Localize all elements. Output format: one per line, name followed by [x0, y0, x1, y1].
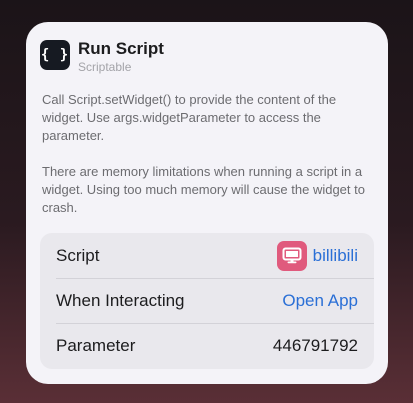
when-interacting-value[interactable]: Open App — [282, 291, 358, 311]
description-paragraph: There are memory limitations when runnin… — [42, 164, 365, 215]
widget-subtitle: Scriptable — [78, 60, 132, 74]
script-row[interactable]: Script billibili — [40, 233, 374, 278]
widget-title: Run Script — [78, 39, 164, 58]
parameter-label: Parameter — [56, 335, 136, 355]
script-label: Script — [56, 245, 100, 265]
widget-config-card: { } Run Script Scriptable Call Script.se… — [26, 22, 388, 384]
script-name: billibili — [312, 245, 358, 265]
description-paragraph: Call Script.setWidget() to provide the c… — [42, 92, 337, 143]
tv-icon — [276, 240, 307, 271]
when-interacting-label: When Interacting — [56, 290, 185, 310]
curly-braces-icon: { } — [40, 40, 70, 70]
parameter-value[interactable]: 446791792 — [273, 336, 358, 356]
settings-group: Script billibili When Interacting Open A… — [40, 233, 374, 369]
widget-description: Call Script.setWidget() to provide the c… — [42, 91, 376, 217]
script-value[interactable]: billibili — [276, 240, 358, 271]
parameter-row[interactable]: Parameter 446791792 — [40, 323, 374, 368]
when-interacting-row[interactable]: When Interacting Open App — [40, 278, 374, 323]
app-icon-glyph: { } — [40, 47, 70, 63]
